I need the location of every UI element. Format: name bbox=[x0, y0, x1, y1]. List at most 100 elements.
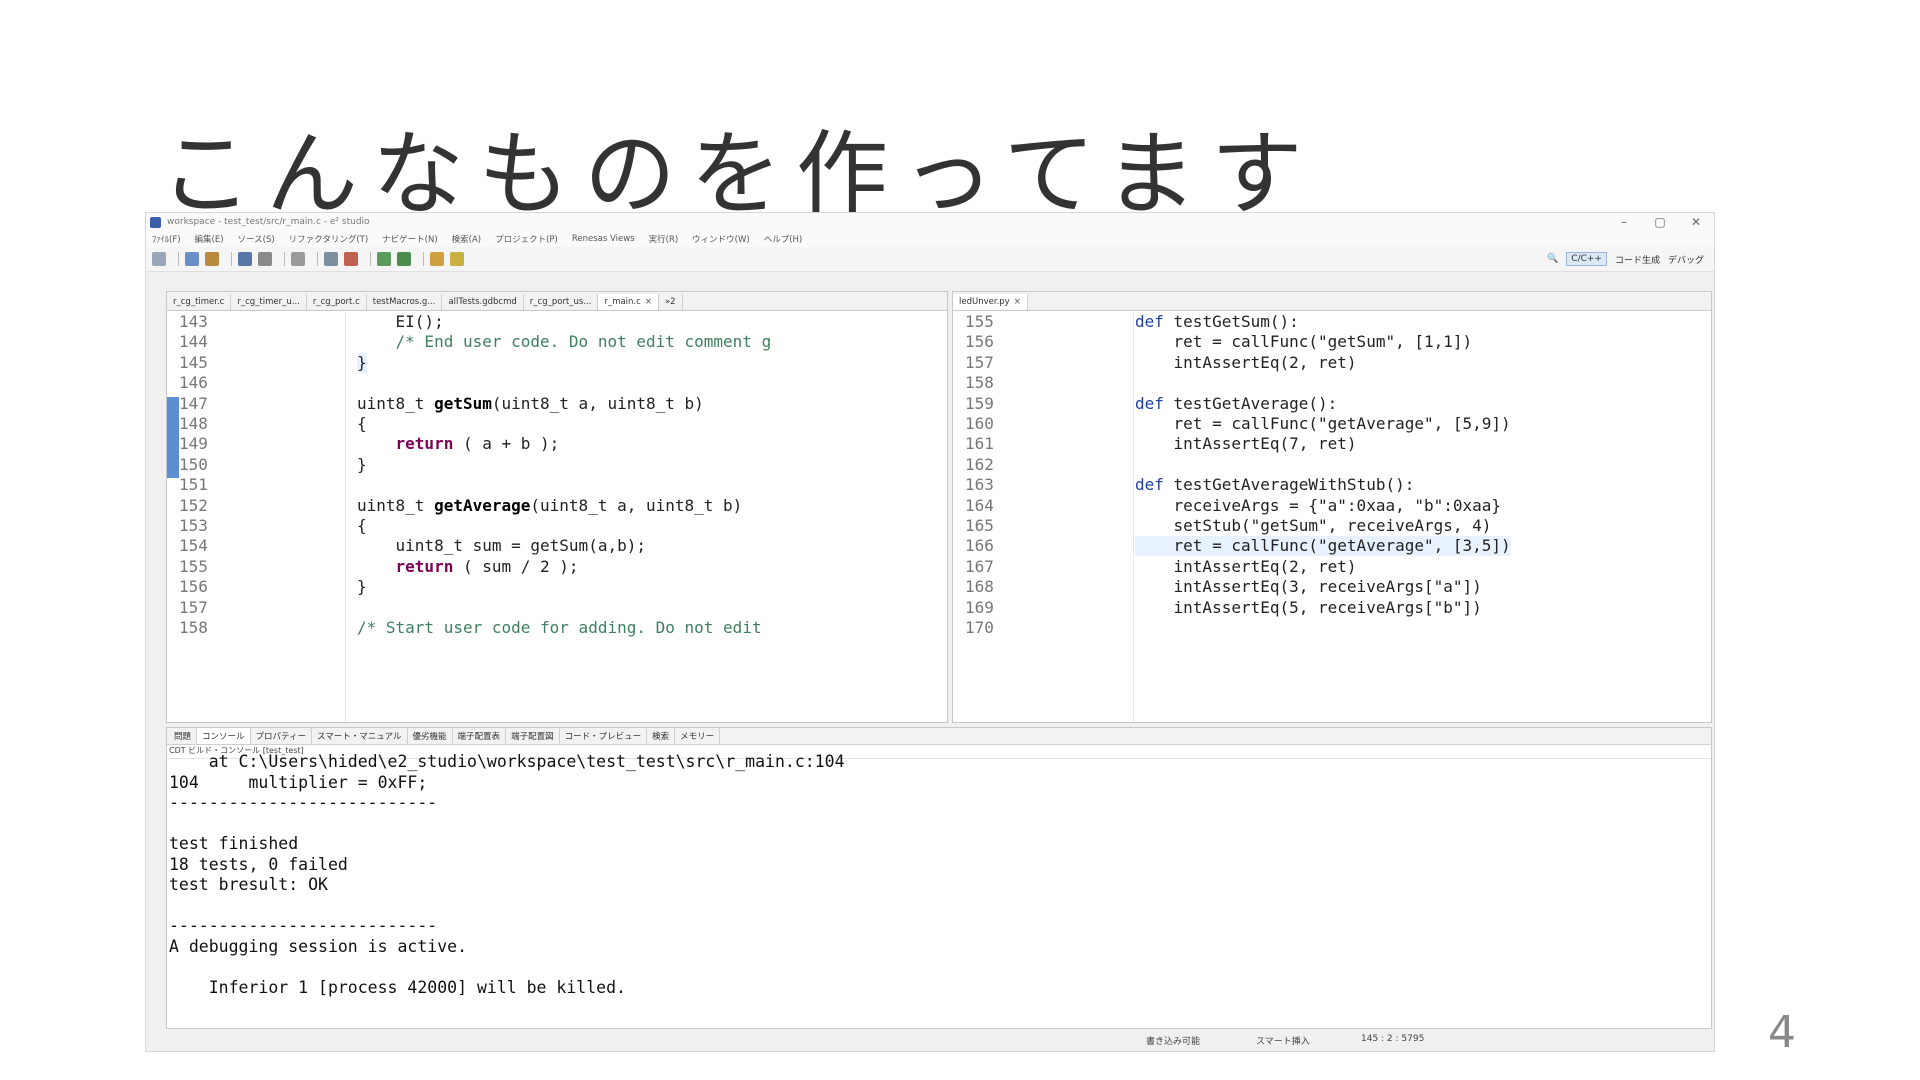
change-marker bbox=[167, 396, 179, 479]
list-icon[interactable] bbox=[324, 252, 338, 266]
line-number: 153 bbox=[179, 516, 208, 535]
editor-tab[interactable]: r_main.c × bbox=[598, 294, 659, 310]
code-line: 156} bbox=[167, 577, 947, 597]
view-tab[interactable]: スマート・マニュアル bbox=[312, 728, 408, 744]
code-line: 168 intAssertEq(3, receiveArgs["a"]) bbox=[953, 577, 1711, 597]
console-panel: 問題 コンソール プロパティー スマート・マニュアル 優劣機能 端子配置表 端子配置図 コード… bbox=[166, 727, 1712, 1029]
tab-label: r_cg_timer_u... bbox=[237, 297, 300, 307]
tab-label: r_cg_timer.c bbox=[173, 297, 225, 307]
line-number: 159 bbox=[965, 393, 994, 413]
tools-icon[interactable] bbox=[344, 252, 358, 266]
open-folder-icon[interactable] bbox=[430, 252, 444, 266]
view-tab[interactable]: コンソール bbox=[197, 728, 251, 744]
menu-item[interactable]: Renesas Views bbox=[572, 234, 635, 244]
run-icon[interactable] bbox=[397, 252, 411, 266]
editor-tab[interactable]: ledUnver.py × bbox=[953, 294, 1028, 310]
perspective-debug-button[interactable]: デバッグ bbox=[1668, 253, 1704, 266]
code-line: 155 def testGetSum(): bbox=[953, 312, 1711, 332]
close-icon[interactable]: × bbox=[1014, 297, 1021, 307]
tab-overflow[interactable]: »2 bbox=[659, 294, 683, 310]
menu-item[interactable]: リファクタリング(T) bbox=[289, 233, 369, 245]
line-number: 163 bbox=[965, 475, 994, 495]
view-tab[interactable]: コード・プレビュー bbox=[560, 728, 648, 744]
view-tab[interactable]: 検索 bbox=[647, 728, 676, 744]
new-file-icon[interactable] bbox=[238, 252, 252, 266]
right-editor: ledUnver.py × 155 def testGetSum(): 156 ret… bbox=[952, 291, 1712, 723]
editor-tab[interactable]: allTests.gdbcmd bbox=[442, 294, 524, 310]
line-number: 158 bbox=[179, 618, 208, 637]
minimize-button[interactable]: – bbox=[1606, 215, 1642, 229]
code-line: 155 return ( sum / 2 ); bbox=[167, 557, 947, 577]
code-text: setStub("getSum", receiveArgs, 4) bbox=[1135, 516, 1492, 535]
code-line: 159 def testGetAverage(): bbox=[953, 394, 1711, 414]
line-number: 170 bbox=[965, 618, 994, 637]
menu-item[interactable]: ソース(S) bbox=[238, 233, 275, 245]
menu-item[interactable]: 実行(R) bbox=[649, 233, 679, 245]
perspective-codegen-button[interactable]: コード生成 bbox=[1615, 253, 1660, 266]
code-text: uint8_t getAverage(uint8_t a, uint8_t b) bbox=[357, 495, 743, 515]
perspective-cpp-button[interactable]: C/C++ bbox=[1566, 252, 1607, 266]
save-icon[interactable] bbox=[152, 252, 166, 266]
code-line: 151 bbox=[167, 475, 947, 495]
line-number: 155 bbox=[965, 312, 994, 331]
line-number: 162 bbox=[965, 454, 994, 474]
left-editor-tabs: r_cg_timer.c r_cg_timer_u... r_cg_port.c te… bbox=[167, 292, 947, 311]
search-file-icon[interactable] bbox=[258, 252, 272, 266]
window-titlebar: workspace - test_test/src/r_main.c - e² … bbox=[146, 213, 1714, 231]
console-line: --------------------------- bbox=[169, 916, 438, 935]
line-number: 156 bbox=[179, 577, 208, 597]
search-icon[interactable]: 🔍 bbox=[1547, 254, 1558, 264]
menu-item[interactable]: ナビゲート(N) bbox=[382, 233, 438, 245]
code-text: /* Start user code for adding. Do not ed… bbox=[357, 618, 762, 637]
status-writable: 書き込み可能 bbox=[1146, 1037, 1201, 1047]
code-text: EI(); bbox=[357, 312, 444, 331]
code-text: { bbox=[357, 414, 367, 433]
app-icon bbox=[150, 216, 161, 228]
view-tab[interactable]: 問題 bbox=[169, 728, 198, 744]
code-line: 157 bbox=[167, 598, 947, 618]
build-icon[interactable] bbox=[205, 252, 219, 266]
menu-item[interactable]: プロジェクト(P) bbox=[495, 233, 558, 245]
console-output[interactable]: at C:\Users\hided\e2_studio\workspace\te… bbox=[167, 752, 1711, 1028]
menu-item[interactable]: ウィンドウ(W) bbox=[692, 233, 750, 245]
tab-label: ledUnver.py bbox=[959, 297, 1010, 307]
code-line: 164 receiveArgs = {"a":0xaa, "b":0xaa} bbox=[953, 496, 1711, 516]
editor-tab[interactable]: testMacros.g... bbox=[367, 294, 443, 310]
editor-tab[interactable]: r_cg_timer_u... bbox=[231, 294, 307, 310]
refactor-icon[interactable] bbox=[291, 252, 305, 266]
view-tab[interactable]: プロパティー bbox=[251, 728, 313, 744]
pen-icon[interactable] bbox=[450, 252, 464, 266]
debug-icon[interactable] bbox=[377, 252, 391, 266]
view-tab[interactable]: 端子配置表 bbox=[453, 728, 507, 744]
view-tab[interactable]: 端子配置図 bbox=[506, 728, 560, 744]
code-line: 148 { bbox=[167, 414, 947, 434]
editor-tab[interactable]: r_cg_port.c bbox=[307, 294, 367, 310]
code-text: } bbox=[357, 352, 367, 373]
code-text: } bbox=[357, 454, 367, 474]
close-icon[interactable]: × bbox=[645, 297, 652, 307]
view-tabs: 問題 コンソール プロパティー スマート・マニュアル 優劣機能 端子配置表 端子配置図 コード… bbox=[167, 728, 1711, 745]
menu-item[interactable]: 編集(E) bbox=[195, 233, 224, 245]
build-config-icon[interactable] bbox=[185, 252, 199, 266]
menu-item[interactable]: 検索(A) bbox=[452, 233, 481, 245]
console-line: 18 tests, 0 failed bbox=[169, 854, 348, 874]
console-line: --------------------------- bbox=[169, 793, 438, 812]
view-tab[interactable]: 優劣機能 bbox=[408, 728, 453, 744]
console-line: test finished bbox=[169, 834, 299, 853]
editor-tab[interactable]: r_cg_port_us... bbox=[524, 294, 599, 310]
code-text: intAssertEq(3, receiveArgs["a"]) bbox=[1135, 577, 1482, 597]
maximize-button[interactable]: ▢ bbox=[1642, 215, 1678, 229]
python-test-code[interactable]: 155 def testGetSum(): 156 ret = callFunc("… bbox=[953, 312, 1711, 722]
close-window-button[interactable]: ✕ bbox=[1678, 215, 1714, 229]
menu-item[interactable]: ヘルプ(H) bbox=[764, 233, 803, 245]
editor-area: r_cg_timer.c r_cg_timer_u... r_cg_port.c te… bbox=[166, 291, 1712, 723]
code-line: 144 /* End user code. Do not edit commen… bbox=[167, 332, 947, 352]
editor-tab[interactable]: r_cg_timer.c bbox=[167, 294, 232, 310]
console-line: at C:\Users\hided\e2_studio\workspace\te… bbox=[169, 752, 845, 771]
c-source-code[interactable]: 143 EI(); 144 /* End user code. Do not ed… bbox=[167, 312, 947, 722]
view-tab[interactable]: メモリー bbox=[675, 728, 721, 744]
line-number: 160 bbox=[965, 414, 994, 433]
code-text: def testGetSum(): bbox=[1135, 312, 1299, 331]
menu-item[interactable]: ﾌｧｲﾙ(F) bbox=[152, 233, 181, 245]
code-line: 143 EI(); bbox=[167, 312, 947, 332]
